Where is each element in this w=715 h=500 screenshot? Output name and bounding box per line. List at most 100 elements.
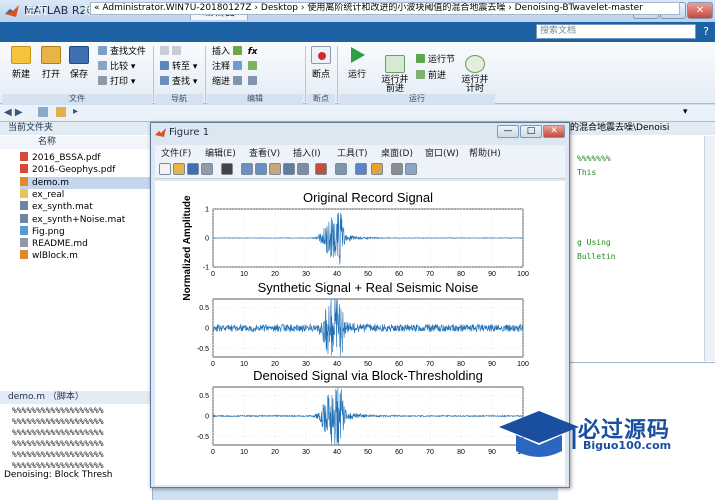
figure-toolbar	[155, 159, 565, 179]
file-item[interactable]: ex_synth.mat	[20, 201, 93, 213]
zoom-in-icon[interactable]	[241, 163, 253, 175]
figure-minimize-button[interactable]: —	[497, 125, 519, 138]
colorbar-icon[interactable]	[355, 163, 367, 175]
file-item[interactable]: demo.m	[20, 176, 150, 189]
search-input[interactable]: 搜索文档	[536, 24, 696, 39]
file-item[interactable]: README.md	[20, 238, 88, 250]
rotate-icon[interactable]	[283, 163, 295, 175]
show-plot-icon[interactable]	[405, 163, 417, 175]
run-time-button[interactable]: 运行并 计时	[458, 46, 492, 94]
run-button[interactable]: 运行	[342, 46, 372, 80]
figure-close-button[interactable]: ✕	[543, 125, 565, 138]
save-button[interactable]: 保存	[66, 46, 92, 80]
figure-title: Figure 1	[169, 127, 210, 138]
hide-plot-icon[interactable]	[391, 163, 403, 175]
current-folder-path[interactable]: « Administrator.WIN7U-20180127Z › Deskto…	[90, 2, 680, 15]
file-item[interactable]: Fig.png	[20, 225, 65, 238]
advance-button[interactable]: 前进	[416, 70, 446, 82]
detail-line: %%%%%%%%%%%%%%%%%%%	[12, 439, 104, 448]
forward-icon	[172, 46, 181, 55]
pan-icon[interactable]	[269, 163, 281, 175]
run-group-label: 运行	[339, 94, 495, 104]
print-icon[interactable]	[201, 163, 213, 175]
compare-icon	[98, 61, 107, 70]
zoom-out-icon[interactable]	[255, 163, 267, 175]
breakpoints-button[interactable]: 断点	[308, 46, 334, 80]
nav-group-label: 导航	[155, 94, 203, 104]
brush-icon[interactable]	[315, 163, 327, 175]
figure-menu-item[interactable]: 插入(I)	[293, 146, 321, 159]
mat-file-icon	[20, 201, 28, 211]
file-item[interactable]: ex_synth+Noise.mat	[20, 213, 125, 226]
run-label: 运行	[347, 70, 366, 80]
name-column-header[interactable]: 名称	[0, 136, 153, 149]
data-cursor-icon[interactable]	[297, 163, 309, 175]
find-button[interactable]: 查找 ▾	[160, 76, 197, 88]
open-button[interactable]: 打开	[38, 46, 64, 80]
indent-button[interactable]: 缩进	[212, 76, 260, 88]
open-icon[interactable]	[173, 163, 185, 175]
x-tick-label: 90	[488, 271, 496, 278]
help-icon[interactable]: ?	[699, 24, 713, 39]
legend-icon[interactable]	[371, 163, 383, 175]
back-arrow-icon[interactable]: ◀ ▶	[4, 107, 23, 118]
editor-tab[interactable]: 值的混合地震去噪\Denoisi	[559, 122, 715, 135]
new-figure-icon[interactable]	[159, 163, 171, 175]
figure-maximize-button[interactable]: □	[520, 125, 542, 138]
goto-icon	[160, 61, 169, 70]
new-icon	[11, 46, 31, 64]
separator	[153, 46, 154, 102]
compare-button[interactable]: 比较 ▾	[98, 61, 135, 73]
figure-menu-item[interactable]: 桌面(D)	[381, 146, 413, 159]
find-files-button[interactable]: 查找文件	[98, 46, 146, 58]
y-tick-label: 0.5	[199, 393, 209, 400]
separator	[305, 46, 306, 102]
figure-menu-item[interactable]: 帮助(H)	[469, 146, 501, 159]
tab-home[interactable]: 主页	[10, 2, 63, 20]
figure-menu-item[interactable]: 编辑(E)	[205, 146, 236, 159]
figure-menu-item[interactable]: 查看(V)	[249, 146, 280, 159]
outdent-icon	[247, 76, 257, 85]
insert-button[interactable]: 插入 fx	[212, 46, 258, 58]
run-advance-button[interactable]: 运行并 前进	[378, 46, 412, 94]
link-icon[interactable]	[335, 163, 347, 175]
uncomment-icon	[247, 61, 257, 70]
y-tick-label: -0.5	[197, 434, 209, 441]
file-item[interactable]: 2016-Geophys.pdf	[20, 164, 115, 176]
comment-button[interactable]: 注释	[212, 61, 260, 73]
x-tick-label: 80	[457, 271, 465, 278]
ribbon: 新建 打开 保存 查找文件 比较 ▾ 打印 ▾ 文件 转至 ▾ 查找 ▾ 导航 …	[0, 42, 715, 104]
print-button[interactable]: 打印 ▾	[98, 76, 135, 88]
address-dropdown-icon[interactable]: ▾	[683, 107, 688, 117]
x-tick-label: 10	[240, 271, 248, 278]
close-button[interactable]: ✕	[687, 2, 713, 19]
run-section-button[interactable]: 运行节	[416, 54, 455, 66]
pointer-icon[interactable]	[221, 163, 233, 175]
fx-icon[interactable]: fx	[248, 47, 258, 57]
up-folder-icon[interactable]	[38, 107, 48, 117]
file-item[interactable]: wlBlock.m	[20, 250, 78, 262]
editor-scrollbar[interactable]	[704, 136, 715, 361]
comment-icon	[232, 61, 242, 70]
browse-folder-icon[interactable]	[56, 107, 66, 117]
pdf-file-icon	[20, 164, 28, 174]
pdf-file-icon	[20, 152, 28, 161]
x-tick-label: 40	[333, 271, 341, 278]
figure-menu-item[interactable]: 窗口(W)	[425, 146, 459, 159]
run-time-label: 运行并 计时	[461, 75, 489, 94]
nav-back-button[interactable]	[160, 46, 184, 58]
save-icon[interactable]	[187, 163, 199, 175]
file-item[interactable]: ex_real	[20, 188, 64, 201]
goto-button[interactable]: 转至 ▾	[160, 61, 197, 73]
folder-file-icon	[20, 188, 28, 198]
run-section-icon	[416, 54, 425, 63]
file-item[interactable]: 2016_BSSA.pdf	[20, 152, 100, 164]
figure-menu-item[interactable]: 文件(F)	[161, 146, 191, 159]
file-name: 2016_BSSA.pdf	[32, 153, 101, 163]
y-tick-label: -1	[203, 265, 209, 272]
details-header: demo.m （脚本）	[0, 391, 153, 404]
figure-menu-item[interactable]: 工具(T)	[337, 146, 368, 159]
new-button[interactable]: 新建	[6, 46, 36, 80]
chevron-icon[interactable]: ▸	[73, 106, 78, 117]
edit-group-label: 编辑	[207, 94, 303, 104]
